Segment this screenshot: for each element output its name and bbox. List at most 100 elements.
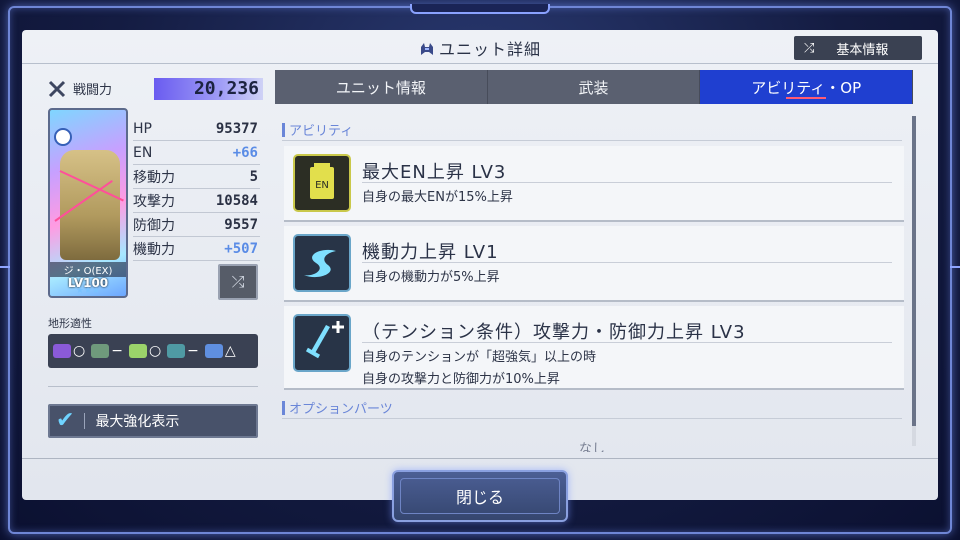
unit-name: ジ・O(EX) — [50, 262, 126, 277]
stat-row: EN +66 — [133, 141, 260, 165]
ability-title: （テンション条件）攻撃力・防御力上昇 LV3 — [362, 322, 746, 343]
close-button[interactable]: 閉じる — [392, 470, 568, 522]
terrain-grade: − — [111, 343, 123, 359]
stat-label: EN — [133, 144, 153, 161]
combat-power: 戦闘力 20,236 — [48, 78, 263, 100]
air-icon — [91, 344, 110, 358]
unit-card[interactable]: ジ・O(EX) LV100 ★★★ — [48, 108, 128, 298]
ability-description: 自身のテンションが「超強気」以上の時 — [362, 350, 597, 365]
mech-head-icon — [420, 43, 433, 55]
ability-item[interactable]: EN 最大EN上昇 LV3 自身の最大ENが15%上昇 — [284, 146, 904, 222]
swap-parts-button[interactable]: ⤮ — [218, 264, 258, 300]
ability-title: 最大EN上昇 LV3 — [362, 162, 507, 183]
ability-section-header: アビリティ — [282, 120, 902, 139]
tab-label: ユニット情報 — [335, 78, 426, 97]
stat-label: 移動力 — [133, 169, 175, 186]
land-icon — [128, 344, 147, 358]
crossed-swords-icon — [48, 80, 66, 97]
unit-type-icon — [54, 128, 72, 146]
scrollbar-thumb[interactable] — [912, 116, 916, 426]
terrain-item: − — [167, 343, 199, 359]
max-enhance-label: 最大強化表示 — [95, 414, 180, 430]
terrain-grade: ○ — [148, 343, 162, 359]
unit-rarity-stars: ★★★ — [75, 286, 101, 296]
stat-row: 防御力 9557 — [133, 213, 260, 237]
divider — [48, 386, 258, 387]
stat-value: 5 — [249, 168, 258, 185]
stat-row: 機動力 +507 — [133, 237, 260, 261]
section-marker — [282, 400, 285, 415]
frame-top-notch — [410, 4, 550, 14]
terrain-label: 地形適性 — [48, 317, 92, 330]
space-icon — [53, 344, 71, 358]
terrain-grade: − — [187, 343, 199, 359]
swap-icon: ⤮ — [231, 272, 245, 291]
unit-portrait — [60, 150, 120, 260]
tab-weapons[interactable]: 武装 — [487, 70, 701, 104]
ability-description: 自身の最大ENが15%上昇 — [362, 190, 513, 205]
basic-info-label: 基本情報 — [836, 42, 889, 58]
stat-row: 移動力 5 — [133, 165, 260, 189]
stat-value: 95377 — [215, 120, 258, 137]
tab-label: アビリティ・OP — [751, 78, 862, 97]
option-none-text: なし — [578, 442, 605, 452]
option-section-header: オプションパーツ — [282, 398, 902, 417]
stat-label: HP — [133, 120, 152, 137]
active-tab-indicator — [786, 97, 827, 99]
stat-row: 攻撃力 10584 — [133, 189, 260, 213]
combat-power-label: 戦闘力 — [48, 79, 112, 98]
ability-content: アビリティ EN 最大EN上昇 LV3 自身の最大ENが15%上昇機動力上昇 LV1… — [282, 116, 908, 452]
svg-text:EN: EN — [315, 180, 329, 191]
combat-power-value: 20,236 — [154, 78, 263, 100]
terrain-item: ○ — [53, 343, 85, 359]
terrain-adaptation: ○ − ○ − △ — [48, 334, 258, 368]
stat-value: +507 — [224, 240, 258, 257]
ability-item[interactable]: （テンション条件）攻撃力・防御力上昇 LV3 自身のテンションが「超強気」以上の時… — [284, 306, 904, 390]
terrain-item: △ — [204, 343, 236, 359]
water-icon — [167, 344, 186, 358]
divider — [282, 418, 902, 419]
underground-icon — [204, 344, 223, 358]
swap-icon: ⤮ — [804, 40, 815, 56]
stat-label: 機動力 — [133, 241, 175, 258]
divider — [22, 458, 938, 459]
power-label-text: 戦闘力 — [73, 83, 113, 98]
tab-ability-op[interactable]: アビリティ・OP — [700, 70, 914, 104]
ability-description: 自身の攻撃力と防御力が10%上昇 — [362, 372, 560, 387]
divider — [282, 140, 902, 141]
stat-value: +66 — [232, 144, 258, 161]
stat-value: 10584 — [215, 192, 258, 209]
terrain-grade: △ — [224, 343, 236, 359]
stat-label: 防御力 — [133, 217, 175, 234]
sword-plus-icon — [292, 313, 352, 373]
stat-list: HP 95377 EN +66 移動力 5 攻撃力 10584 防御力 9557 機動力 +507 — [133, 117, 260, 261]
max-enhance-toggle[interactable]: ✔ 最大強化表示 — [48, 404, 258, 438]
terrain-grade: ○ — [73, 343, 86, 359]
tab-unit-info[interactable]: ユニット情報 — [275, 70, 488, 104]
tab-label: 武装 — [578, 78, 609, 97]
stat-value: 9557 — [224, 216, 258, 233]
terrain-item: ○ — [128, 343, 162, 359]
check-icon: ✔ — [56, 408, 75, 433]
section-title: アビリティ — [289, 124, 354, 139]
frame-right-tick — [950, 266, 960, 268]
tab-bar: ユニット情報 武装 アビリティ・OP — [275, 70, 914, 104]
divider — [362, 182, 892, 183]
basic-info-button[interactable]: ⤮ 基本情報 — [794, 36, 922, 60]
ability-description: 自身の機動力が5%上昇 — [362, 270, 500, 285]
section-marker — [282, 122, 285, 137]
ability-title: 機動力上昇 LV1 — [362, 242, 499, 263]
title-text: ユニット詳細 — [438, 40, 541, 59]
en-tank-icon: EN — [292, 153, 352, 213]
swoosh-icon — [292, 233, 352, 293]
terrain-item: − — [91, 343, 123, 359]
divider — [362, 342, 892, 343]
ability-item[interactable]: 機動力上昇 LV1 自身の機動力が5%上昇 — [284, 226, 904, 302]
stat-row: HP 95377 — [133, 117, 260, 141]
divider — [362, 262, 892, 263]
frame-left-tick — [0, 266, 10, 268]
stat-label: 攻撃力 — [133, 193, 175, 210]
close-button-inner-border — [400, 478, 560, 514]
section-title: オプションパーツ — [289, 402, 393, 417]
divider — [84, 413, 86, 429]
